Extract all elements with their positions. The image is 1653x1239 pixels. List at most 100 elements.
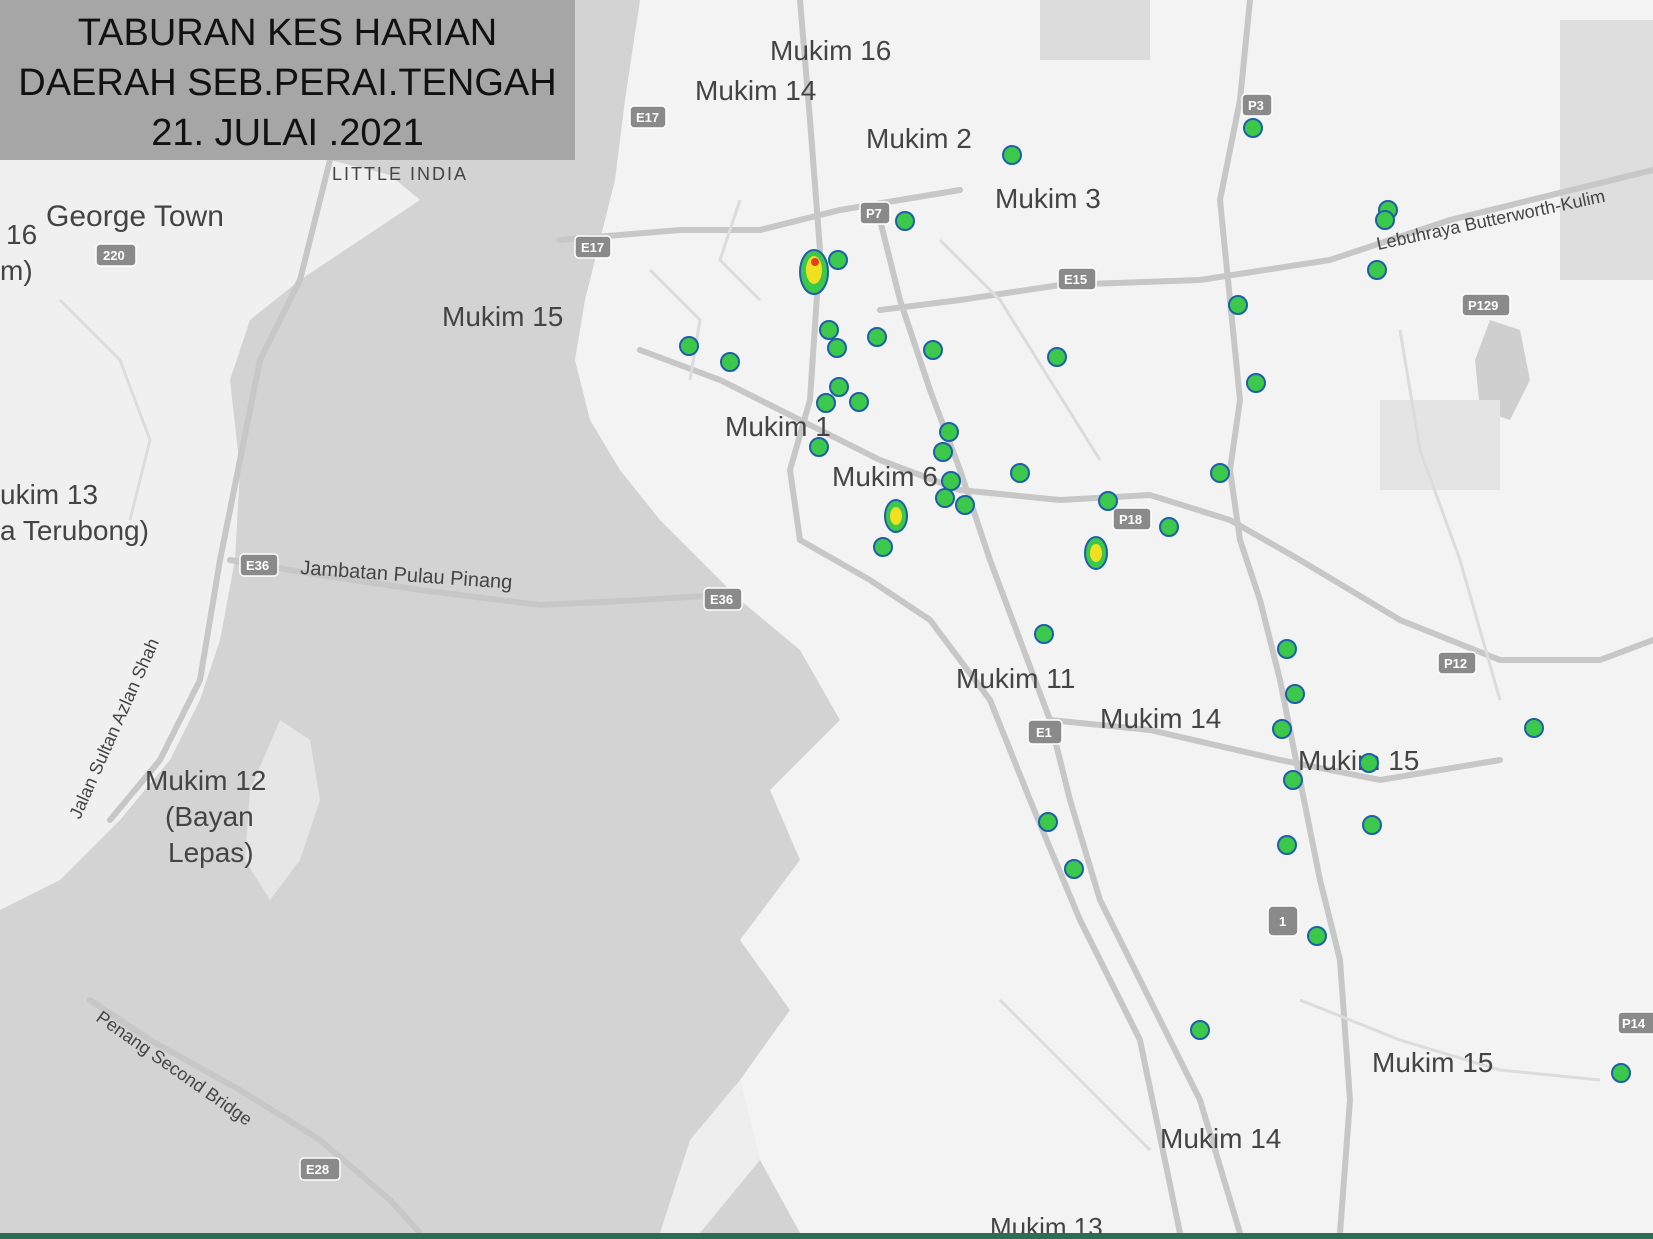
road-shield: P14 [1617, 1011, 1653, 1035]
case-point[interactable] [1246, 373, 1266, 393]
svg-text:P7: P7 [866, 206, 882, 221]
case-point[interactable] [829, 377, 849, 397]
case-point[interactable] [1002, 145, 1022, 165]
case-point[interactable] [873, 537, 893, 557]
hotspot[interactable] [884, 499, 908, 533]
map-label: Mukim 15 [1298, 745, 1419, 776]
svg-text:P3: P3 [1248, 98, 1264, 113]
map-label: Mukim 12 [145, 765, 266, 796]
case-point[interactable] [1228, 295, 1248, 315]
bottom-bar [0, 1233, 1653, 1239]
svg-text:1: 1 [1279, 914, 1286, 929]
case-point[interactable] [1034, 624, 1054, 644]
case-point[interactable] [1359, 753, 1379, 773]
case-point[interactable] [923, 340, 943, 360]
case-point[interactable] [933, 442, 953, 462]
case-point[interactable] [1010, 463, 1030, 483]
map-label: Mukim 1 [725, 411, 831, 442]
svg-text:E36: E36 [246, 558, 269, 573]
road-shield: E28 [299, 1157, 341, 1181]
case-point[interactable] [1210, 463, 1230, 483]
case-point[interactable] [1283, 770, 1303, 790]
road-shield: P18 [1112, 507, 1152, 531]
case-point[interactable] [816, 393, 836, 413]
case-point[interactable] [809, 437, 829, 457]
road-shield: P12 [1437, 651, 1477, 675]
hotspot[interactable] [1084, 536, 1108, 570]
case-point[interactable] [1064, 859, 1084, 879]
case-point[interactable] [1524, 718, 1544, 738]
map-label: Mukim 14 [1100, 703, 1221, 734]
svg-text:P14: P14 [1622, 1016, 1646, 1031]
case-point[interactable] [1611, 1063, 1631, 1083]
map-label: m) [0, 255, 33, 286]
title-line-2: DAERAH SEB.PERAI.TENGAH [18, 62, 557, 104]
map-label: (Bayan [165, 801, 254, 832]
case-point[interactable] [1277, 835, 1297, 855]
svg-text:220: 220 [103, 248, 125, 263]
map[interactable]: Mukim 16 Mukim 14 Mukim 2 Mukim 3 LITTLE… [0, 0, 1653, 1239]
case-point[interactable] [1272, 719, 1292, 739]
map-label: Mukim 11 [956, 663, 1075, 694]
map-label: Mukim 14 [1160, 1123, 1281, 1154]
case-point[interactable] [1277, 639, 1297, 659]
map-label: Mukim 2 [866, 123, 972, 154]
road-shield: P7 [859, 201, 891, 225]
map-label: ukim 13 [0, 479, 98, 510]
builtup-patch [1380, 400, 1500, 490]
case-point[interactable] [849, 392, 869, 412]
map-title-box: TABURAN KES HARIAN DAERAH SEB.PERAI.TENG… [0, 0, 575, 160]
hotspot[interactable] [799, 249, 829, 295]
road-shield: 220 [95, 243, 137, 267]
road-shield: E15 [1057, 267, 1097, 291]
map-label: Mukim 6 [832, 461, 938, 492]
map-label: Mukim 14 [695, 75, 816, 106]
road-shield: E36 [239, 553, 279, 577]
map-label: George Town [46, 200, 224, 233]
svg-text:P12: P12 [1444, 656, 1467, 671]
case-point[interactable] [1285, 684, 1305, 704]
road-shield: E1 [1027, 719, 1063, 745]
case-point[interactable] [1362, 815, 1382, 835]
svg-text:P129: P129 [1468, 298, 1498, 313]
road-shield: 1 [1267, 905, 1299, 937]
builtup-patch [1560, 20, 1653, 280]
map-label: Mukim 15 [1372, 1047, 1493, 1078]
case-point[interactable] [867, 327, 887, 347]
case-point[interactable] [679, 336, 699, 356]
case-point[interactable] [939, 422, 959, 442]
road-shield: E17 [574, 235, 612, 259]
road-shield: P3 [1241, 93, 1273, 117]
case-point[interactable] [1098, 491, 1118, 511]
case-point[interactable] [720, 352, 740, 372]
case-point[interactable] [1307, 926, 1327, 946]
case-point[interactable] [935, 488, 955, 508]
case-point[interactable] [828, 250, 848, 270]
case-point[interactable] [1159, 517, 1179, 537]
case-point[interactable] [1190, 1020, 1210, 1040]
case-point[interactable] [1367, 260, 1387, 280]
svg-text:E36: E36 [710, 592, 733, 607]
map-label: Mukim 15 [442, 301, 563, 332]
case-point[interactable] [1243, 118, 1263, 138]
svg-text:E17: E17 [636, 110, 659, 125]
case-point[interactable] [1375, 210, 1395, 230]
svg-text:E15: E15 [1064, 272, 1087, 287]
map-label: Lepas) [168, 837, 254, 868]
case-point[interactable] [955, 495, 975, 515]
case-point[interactable] [827, 338, 847, 358]
road-shield: E17 [629, 105, 667, 129]
case-point[interactable] [895, 211, 915, 231]
case-point[interactable] [941, 471, 961, 491]
map-label: 16 [6, 219, 37, 250]
road-shield: P129 [1461, 293, 1511, 317]
map-label: LITTLE INDIA [332, 164, 468, 184]
map-canvas[interactable]: Mukim 16 Mukim 14 Mukim 2 Mukim 3 LITTLE… [0, 0, 1653, 1239]
case-point[interactable] [1038, 812, 1058, 832]
case-point[interactable] [1047, 347, 1067, 367]
case-point[interactable] [819, 320, 839, 340]
svg-text:P18: P18 [1119, 512, 1142, 527]
title-line-3: 21. JULAI .2021 [151, 112, 424, 154]
map-label: Mukim 3 [995, 183, 1101, 214]
title-line-1: TABURAN KES HARIAN [77, 12, 498, 54]
